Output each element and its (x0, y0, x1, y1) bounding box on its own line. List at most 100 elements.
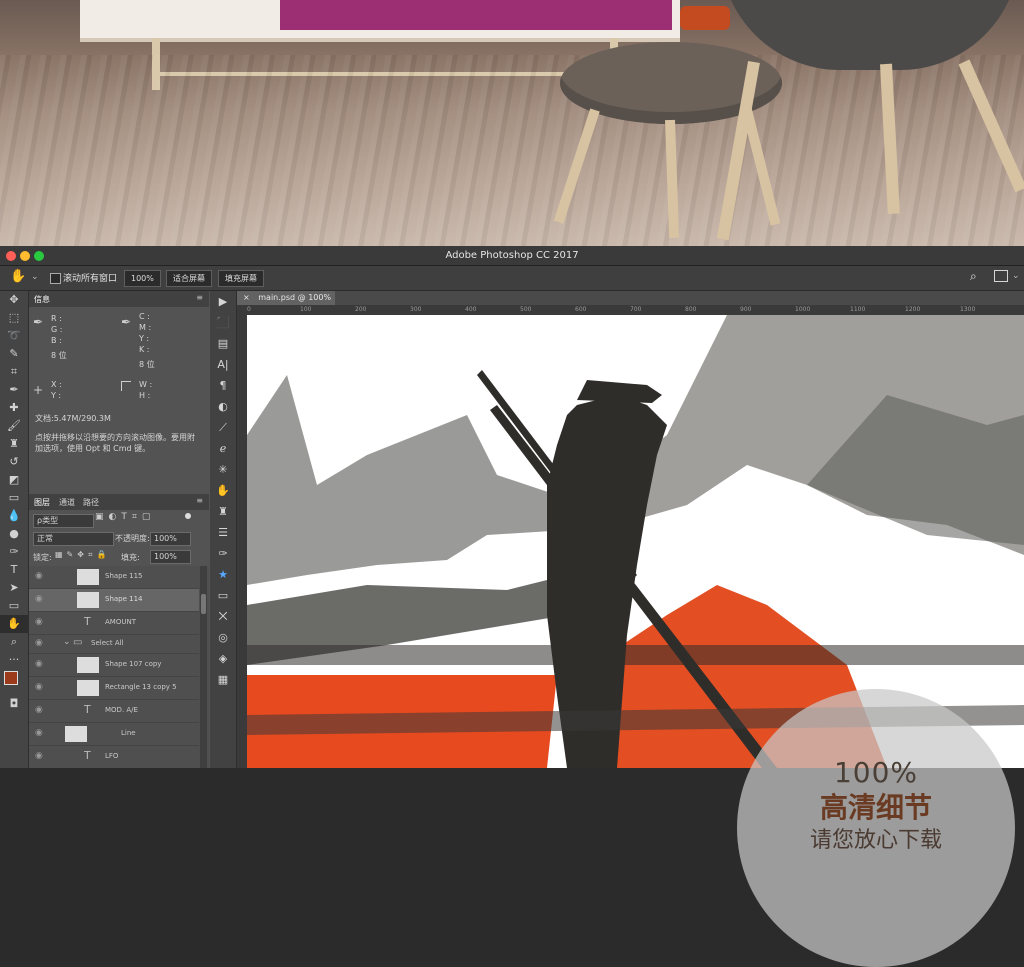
cmyk-readout: C : M : Y : K : 8 位 (139, 311, 155, 370)
ruler-icon[interactable]: ▭ (210, 585, 236, 606)
sliders-icon[interactable]: ☰ (210, 522, 236, 543)
shape-tool-icon[interactable]: ▭ (0, 597, 28, 615)
layer-row[interactable]: ◉ Shape 107 copy (29, 654, 199, 677)
filter-toggle[interactable] (185, 513, 191, 519)
panel-menu-icon[interactable]: ≡ (196, 496, 203, 505)
stamp-icon[interactable]: ♜ (210, 501, 236, 522)
workspace-icon[interactable] (994, 270, 1008, 282)
stack-icon[interactable]: ◈ (210, 648, 236, 669)
scroll-thumb[interactable] (201, 594, 206, 614)
ruler-tick: 0 (247, 306, 251, 313)
layer-filter-select[interactable]: ρ类型 (33, 514, 94, 528)
quick-select-tool-icon[interactable]: ✎ (0, 345, 28, 363)
layer-thumbnail (77, 592, 99, 608)
layer-filter-icons[interactable]: ▣◐T⌗▢ (95, 512, 155, 522)
character-icon[interactable]: A| (210, 354, 236, 375)
foreground-color-swatch[interactable] (4, 671, 18, 685)
ruler-tick: 600 (575, 306, 587, 313)
lasso-tool-icon[interactable]: ➰ (0, 327, 28, 345)
layer-row[interactable]: ◉ T AMOUNT (29, 612, 199, 635)
gradient-tool-icon[interactable]: ▭ (0, 489, 28, 507)
move-tool-icon[interactable]: ✥ (0, 291, 28, 309)
tab-info[interactable]: 信息 (34, 294, 50, 306)
fit-screen-button[interactable]: 适合屏幕 (166, 270, 212, 287)
paragraph-icon[interactable]: ¶ (210, 375, 236, 396)
healing-tool-icon[interactable]: ✚ (0, 399, 28, 417)
blend-mode-select[interactable]: 正常 (33, 532, 114, 546)
doc-size: 文档:5.47M/290.3M (35, 414, 111, 423)
hand-tool-icon[interactable]: ✋ (0, 615, 28, 633)
lock-icons[interactable]: ▦✎✥⌗🔒 (55, 550, 110, 560)
layer-group-row[interactable]: ◉ ⌄ ▭ Select All (29, 635, 199, 654)
promo-line-1: 100% (833, 756, 919, 789)
m-label: M : (139, 323, 152, 332)
minimize-button[interactable] (20, 251, 30, 261)
fill-field[interactable]: 100% (150, 550, 191, 564)
layer-row[interactable]: ◉ T LFO (29, 746, 199, 768)
more-tools-icon[interactable]: ··· (0, 651, 28, 669)
visibility-eye-icon[interactable]: ◉ (35, 682, 43, 692)
crop-tool-icon[interactable]: ⌗ (0, 363, 28, 381)
zoom-tool-icon[interactable]: ⌕ (0, 633, 28, 651)
stamp-tool-icon[interactable]: ♜ (0, 435, 28, 453)
visibility-eye-icon[interactable]: ◉ (35, 728, 43, 738)
blur-tool-icon[interactable]: 💧 (0, 507, 28, 525)
history-icon[interactable]: ⬛ (210, 312, 236, 333)
layer-row[interactable]: ◉ Shape 115 (29, 566, 199, 589)
paint-icon[interactable]: ✋ (210, 480, 236, 501)
chevron-down-icon[interactable]: ⌄ (1012, 271, 1020, 281)
opacity-field[interactable]: 100% (150, 532, 191, 546)
layer-name: LFO (105, 752, 119, 760)
search-icon[interactable]: ⌕ (970, 269, 977, 284)
quick-mask-icon[interactable]: ◘ (0, 695, 28, 713)
styles-icon[interactable]: ◐ (210, 396, 236, 417)
layers-stack-icon[interactable]: ◎ (210, 627, 236, 648)
type-tool-icon[interactable]: T (0, 561, 28, 579)
visibility-eye-icon[interactable]: ◉ (35, 571, 43, 581)
zoom-button[interactable] (34, 251, 44, 261)
histogram-icon[interactable]: ▦ (210, 669, 236, 690)
adjustments-icon[interactable]: ▤ (210, 333, 236, 354)
sun-icon[interactable]: ✳ (210, 459, 236, 480)
eraser-tool-icon[interactable]: ◩ (0, 471, 28, 489)
scroll-all-windows-checkbox[interactable] (50, 273, 61, 284)
layer-row-selected[interactable]: ◉ Shape 114 (29, 589, 199, 612)
close-button[interactable] (6, 251, 16, 261)
brush-tool-icon[interactable]: 🖌 (0, 417, 28, 435)
pen-tool-icon[interactable]: ✑ (0, 543, 28, 561)
visibility-eye-icon[interactable]: ◉ (35, 659, 43, 669)
layer-row[interactable]: ◉ T MOD. A/E (29, 700, 199, 723)
zoom-100-button[interactable]: 100% (124, 270, 161, 287)
layer-row[interactable]: ◉ Rectangle 13 copy 5 (29, 677, 199, 700)
tab-layers[interactable]: 图层 (34, 497, 50, 509)
visibility-eye-icon[interactable]: ◉ (35, 638, 43, 648)
dodge-tool-icon[interactable]: ● (0, 525, 28, 543)
marquee-tool-icon[interactable]: ⬚ (0, 309, 28, 327)
panel-menu-icon[interactable]: ≡ (196, 293, 203, 302)
path-select-tool-icon[interactable]: ➤ (0, 579, 28, 597)
tab-channels[interactable]: 通道 (59, 497, 75, 509)
brush-icon[interactable]: ⟋ (210, 417, 236, 438)
eyedropper-tool-icon[interactable]: ✒ (0, 381, 28, 399)
layer-row[interactable]: ◉ Line (29, 723, 199, 746)
play-icon[interactable]: ▶ (210, 291, 236, 312)
r-label: R : (51, 314, 62, 323)
bits-right: 8 位 (139, 360, 155, 369)
visibility-eye-icon[interactable]: ◉ (35, 751, 43, 761)
visibility-eye-icon[interactable]: ◉ (35, 617, 43, 627)
visibility-eye-icon[interactable]: ◉ (35, 705, 43, 715)
tab-paths[interactable]: 路径 (83, 497, 99, 509)
path-icon[interactable]: ✑ (210, 543, 236, 564)
lock-label: 锁定: (33, 553, 52, 562)
brush-settings-icon[interactable]: ℯ (210, 438, 236, 459)
chevron-down-icon[interactable]: ⌄ (31, 272, 39, 282)
chevron-down-icon[interactable]: ⌄ (63, 637, 71, 647)
3d-icon[interactable]: ⨉ (210, 606, 236, 627)
star-icon[interactable]: ★ (210, 564, 236, 585)
close-icon[interactable]: × (243, 293, 250, 302)
visibility-eye-icon[interactable]: ◉ (35, 594, 43, 604)
history-brush-icon[interactable]: ↺ (0, 453, 28, 471)
document-tab[interactable]: × main.psd @ 100% (237, 291, 335, 305)
layers-scrollbar[interactable] (200, 566, 207, 768)
fill-screen-button[interactable]: 填充屏幕 (218, 270, 264, 287)
